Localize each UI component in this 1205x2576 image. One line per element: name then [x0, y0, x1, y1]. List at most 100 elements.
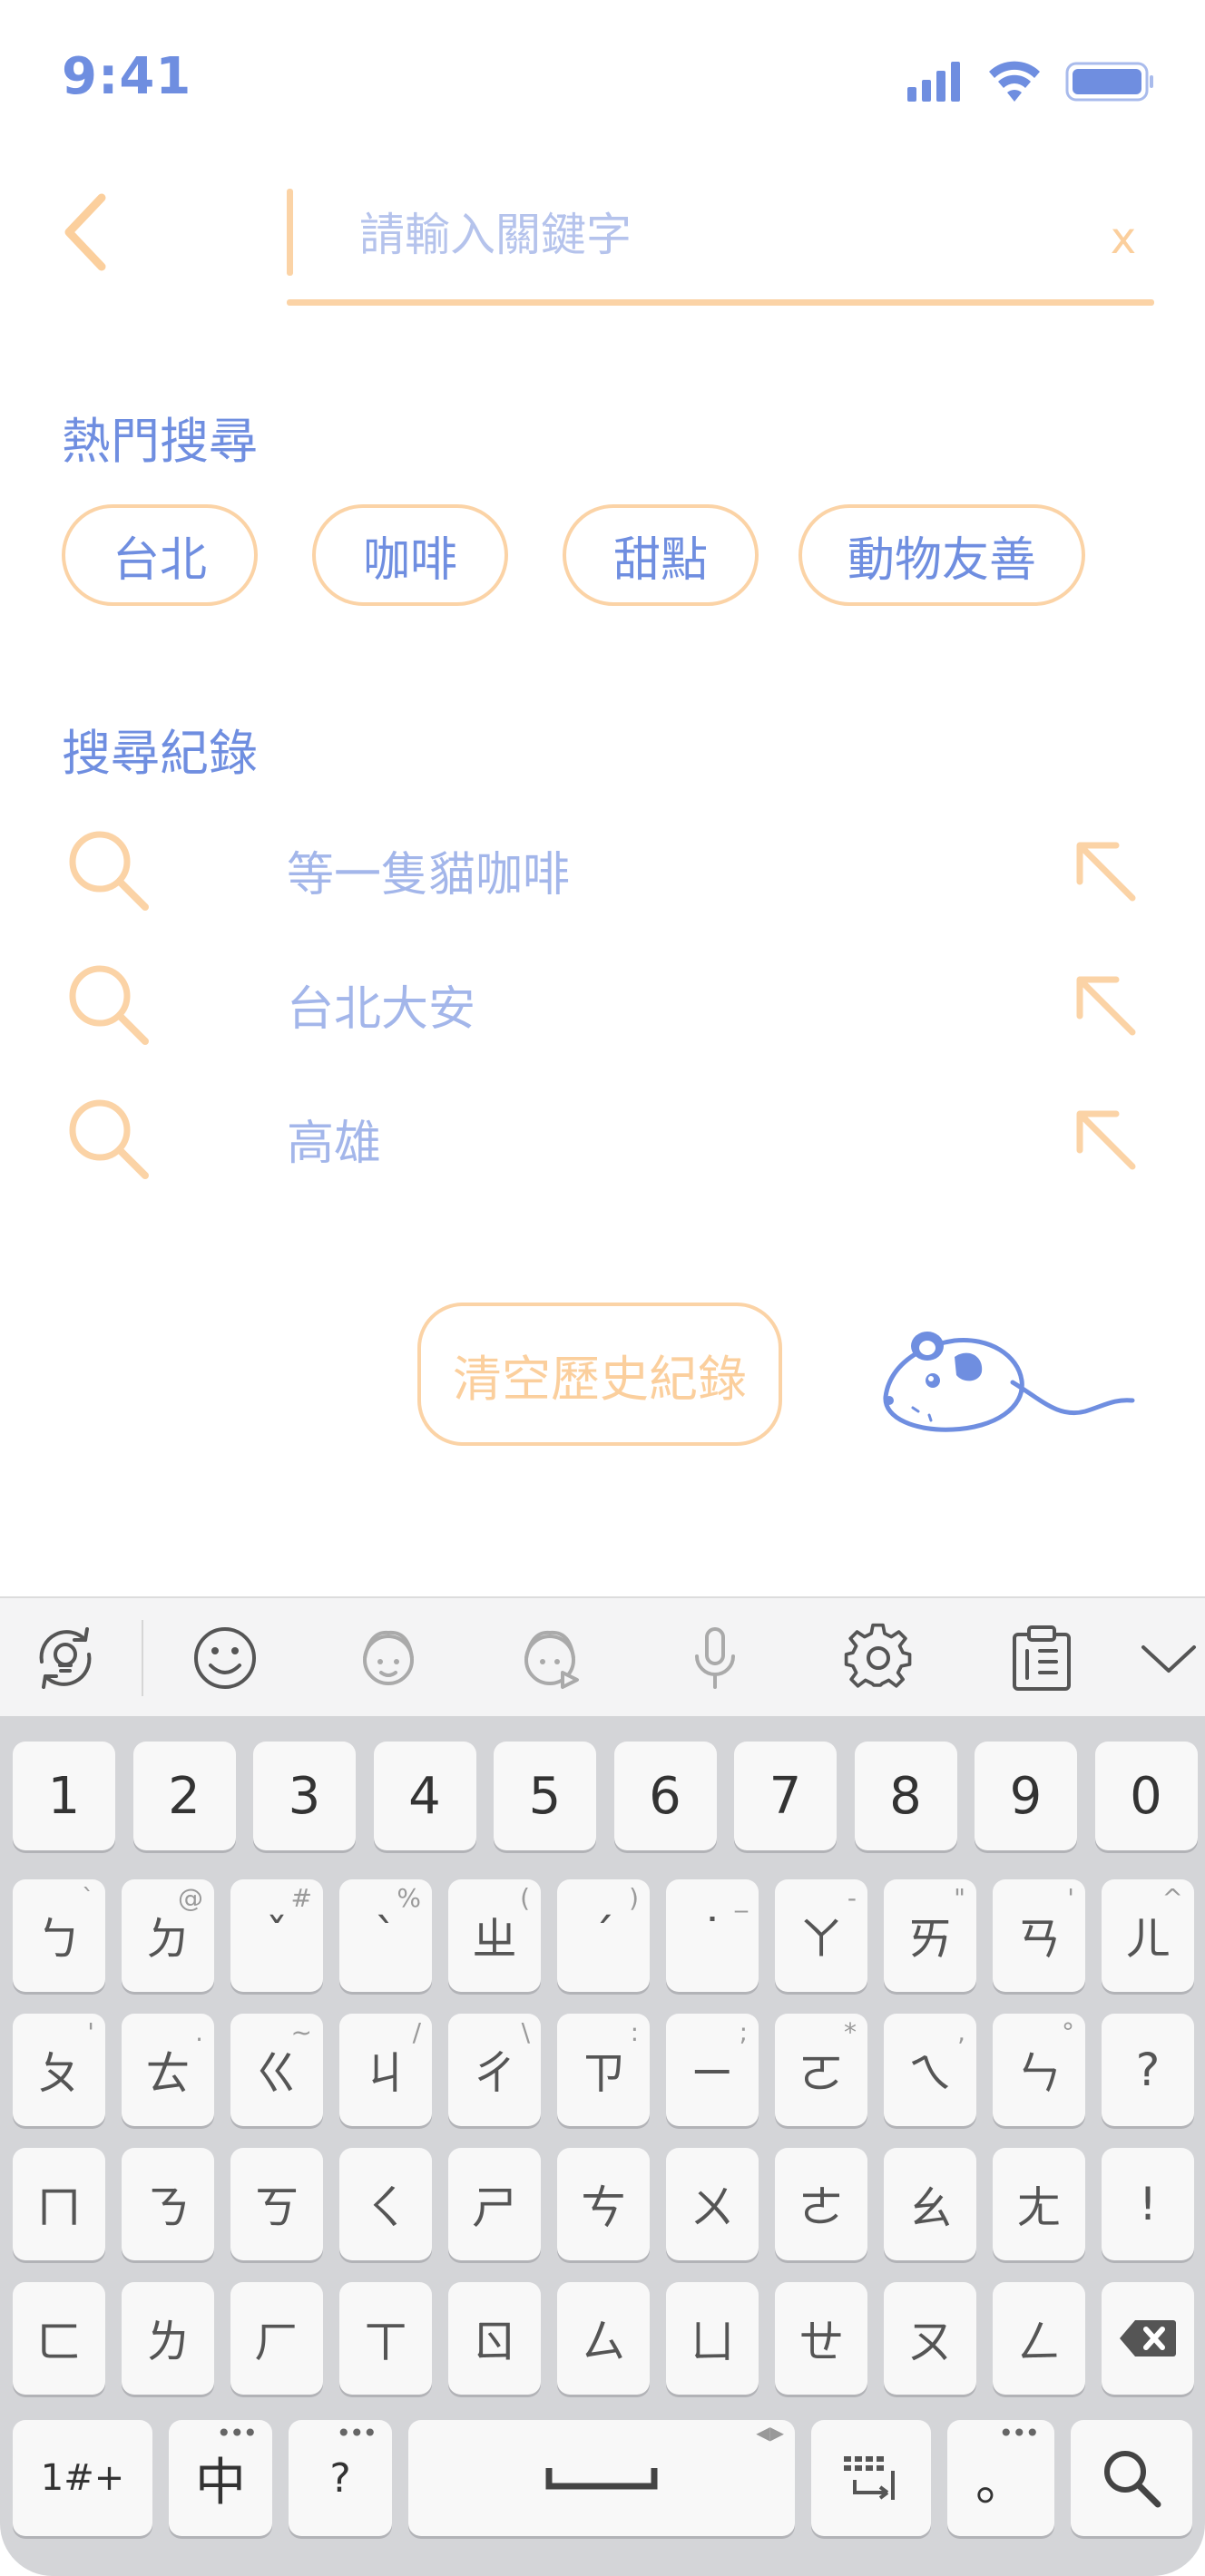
zhuyin-key[interactable]: ㄝ: [775, 2282, 867, 2395]
zhuyin-key[interactable]: ˋ%: [339, 1879, 432, 1992]
zhuyin-key[interactable]: ㄓ(: [448, 1879, 541, 1992]
zhuyin-key[interactable]: ㄕ: [448, 2148, 541, 2260]
zhuyin-key[interactable]: ㄊ.: [122, 2014, 214, 2126]
keyboard-switch-key[interactable]: [811, 2420, 931, 2536]
zhuyin-key[interactable]: ㄈ: [13, 2282, 105, 2395]
key-label: ?: [329, 2454, 351, 2502]
language-key[interactable]: 中 •••: [169, 2418, 272, 2536]
key-label: ㄡ: [907, 2316, 953, 2368]
number-key[interactable]: 8: [854, 1742, 957, 1850]
zhuyin-key[interactable]: ㄌ: [122, 2282, 214, 2395]
key-label: 9: [1009, 1766, 1043, 1826]
key-label: ㄈ: [36, 2316, 82, 2368]
zhuyin-key[interactable]: ˊ): [557, 1879, 650, 1992]
zhuyin-key[interactable]: ㄋ: [122, 2148, 214, 2260]
zhuyin-key[interactable]: ㄢ ': [993, 1879, 1085, 1992]
zhuyin-key[interactable]: ㄨ: [666, 2148, 759, 2260]
key-label: ㄋ: [145, 2181, 191, 2234]
zhuyin-key[interactable]: ㄘ: [557, 2148, 650, 2260]
number-key[interactable]: 1: [13, 1742, 115, 1850]
number-key[interactable]: 0: [1094, 1742, 1198, 1850]
zhuyin-key[interactable]: ㄜ: [775, 2148, 867, 2260]
popular-chip[interactable]: 咖啡: [312, 504, 508, 606]
key-label: ㄎ: [254, 2181, 299, 2234]
key-label: ㄞ: [907, 1913, 953, 1966]
zhuyin-key[interactable]: ㄞ ": [884, 1879, 976, 1992]
popular-chip[interactable]: 動物友善: [798, 504, 1085, 606]
popular-chip[interactable]: 甜點: [563, 504, 759, 606]
zhuyin-key[interactable]: ㄠ: [884, 2148, 976, 2260]
zhuyin-key[interactable]: ㄒ: [339, 2282, 432, 2395]
key-label: ㄤ: [1016, 2181, 1062, 2234]
zhuyin-key[interactable]: ㄚ-: [775, 1879, 867, 1992]
period-key[interactable]: 。 •••: [947, 2418, 1054, 2536]
face-icon[interactable]: [352, 1622, 425, 1694]
key-label: ㄆ: [36, 2047, 82, 2100]
number-key[interactable]: 9: [975, 1742, 1077, 1850]
number-key[interactable]: 7: [734, 1742, 837, 1850]
zhuyin-key[interactable]: ㄥ: [993, 2282, 1085, 2395]
zhuyin-key[interactable]: ㄣ °: [993, 2014, 1085, 2126]
zhuyin-key[interactable]: ㄦ ^: [1102, 1879, 1194, 1992]
key-label: ㄅ: [36, 1913, 82, 1966]
zhuyin-key[interactable]: ㄆ ': [13, 2014, 105, 2126]
zhuyin-key[interactable]: ㄎ: [230, 2148, 323, 2260]
zhuyin-key[interactable]: ㄙ: [557, 2282, 650, 2395]
key-label: 6: [649, 1766, 681, 1826]
zhuyin-key[interactable]: ˙ _: [666, 1879, 759, 1992]
zhuyin-key[interactable]: ㄐ /: [339, 2014, 432, 2126]
key-label: ㄖ: [472, 2316, 517, 2368]
fill-search-arrow-icon[interactable]: [1069, 969, 1141, 1041]
history-item[interactable]: 高雄: [62, 1085, 1154, 1194]
search-input[interactable]: [359, 196, 1049, 274]
history-item[interactable]: 等一隻貓咖啡: [62, 816, 1154, 925]
clear-search-button[interactable]: x: [1096, 207, 1151, 270]
zhuyin-key[interactable]: ˇ #: [230, 1879, 323, 1992]
clipboard-icon[interactable]: [1005, 1622, 1078, 1694]
zhuyin-key[interactable]: ㄏ: [230, 2282, 323, 2395]
number-key[interactable]: 4: [373, 1742, 476, 1850]
backspace-key[interactable]: [1102, 2282, 1194, 2395]
key-label: ㄓ: [472, 1913, 517, 1966]
zhuyin-key[interactable]: ㄡ: [884, 2282, 976, 2395]
zhuyin-key[interactable]: !: [1102, 2148, 1194, 2260]
number-key[interactable]: 2: [132, 1742, 236, 1850]
chevron-down-icon[interactable]: [1132, 1622, 1205, 1694]
zhuyin-key[interactable]: ㄧ;: [666, 2014, 759, 2126]
search-key[interactable]: [1071, 2420, 1192, 2536]
fill-search-arrow-icon[interactable]: [1069, 1103, 1141, 1176]
number-key[interactable]: 5: [494, 1742, 596, 1850]
number-key[interactable]: 6: [613, 1742, 717, 1850]
emoji-icon[interactable]: [189, 1622, 261, 1694]
history-item[interactable]: 台北大安: [62, 951, 1154, 1059]
search-icon: [1104, 2451, 1161, 2508]
zhuyin-key[interactable]: ㄖ: [448, 2282, 541, 2395]
gear-icon[interactable]: [842, 1622, 915, 1694]
zhuyin-key[interactable]: ㄗ:: [557, 2014, 650, 2126]
key-secondary-label: ): [629, 1883, 639, 1913]
zhuyin-key[interactable]: ㄑ: [339, 2148, 432, 2260]
microphone-icon[interactable]: [679, 1622, 751, 1694]
clear-history-button[interactable]: 清空歷史紀錄: [417, 1303, 782, 1446]
zhuyin-key[interactable]: ㄇ: [13, 2148, 105, 2260]
zhuyin-key[interactable]: ㄔ \: [448, 2014, 541, 2126]
number-key[interactable]: 3: [253, 1742, 356, 1850]
zhuyin-key[interactable]: ?: [1102, 2014, 1194, 2126]
zhuyin-key[interactable]: ㄍ ~: [230, 2014, 323, 2126]
popular-chip[interactable]: 台北: [62, 504, 258, 606]
question-key[interactable]: ? •••: [289, 2418, 392, 2536]
face-play-icon[interactable]: [515, 1622, 588, 1694]
zhuyin-key[interactable]: ㄅ `: [13, 1879, 105, 1992]
back-chevron-icon[interactable]: [54, 187, 127, 278]
key-label: ㄇ: [36, 2181, 82, 2234]
key-label: ㄌ: [145, 2316, 191, 2368]
symbols-key[interactable]: 1#+: [13, 2420, 152, 2536]
space-key[interactable]: ◀▶: [408, 2420, 795, 2536]
lightbulb-sync-icon[interactable]: [29, 1622, 102, 1694]
zhuyin-key[interactable]: ㄉ @: [122, 1879, 214, 1992]
zhuyin-key[interactable]: ㄛ *: [775, 2014, 867, 2126]
zhuyin-key[interactable]: ㄟ,: [884, 2014, 976, 2126]
fill-search-arrow-icon[interactable]: [1069, 834, 1141, 907]
zhuyin-key[interactable]: ㄤ: [993, 2148, 1085, 2260]
zhuyin-key[interactable]: ㄩ: [666, 2282, 759, 2395]
